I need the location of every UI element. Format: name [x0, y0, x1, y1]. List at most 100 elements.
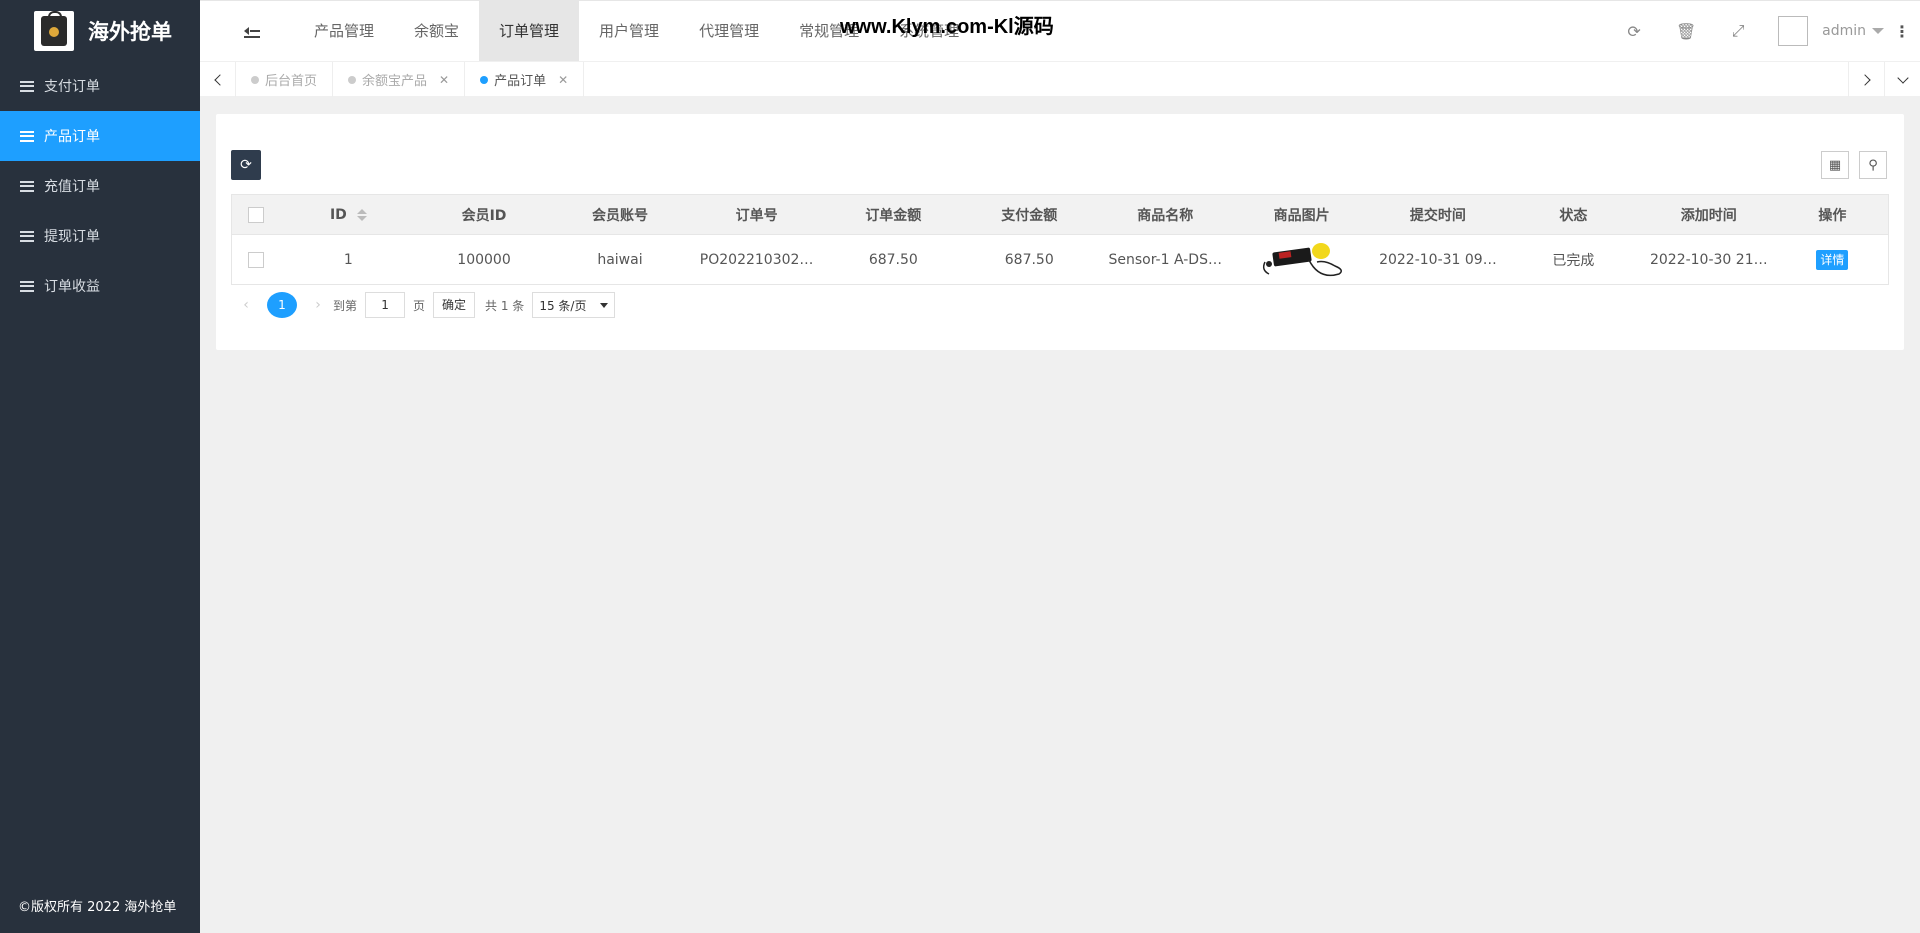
- col-add-time: 添加时间: [1640, 194, 1777, 235]
- header-tools: ⟳ 🗑 ⤢ admin ⋮: [1608, 1, 1920, 61]
- page-size-select[interactable]: 15 条/页: [532, 292, 616, 318]
- nav-order-management[interactable]: 订单管理: [479, 1, 580, 61]
- close-icon[interactable]: ✕: [558, 73, 568, 87]
- table-header-row: ID 会员ID 会员账号 订单号 订单金额 支付金额 商品名称 商品图片 提交时…: [231, 194, 1889, 235]
- cell-action: 详情: [1776, 234, 1889, 285]
- cell-account: haiwai: [552, 234, 688, 285]
- sidebar-item-label: 产品订单: [44, 129, 100, 145]
- nav-product-management[interactable]: 产品管理: [294, 1, 394, 61]
- tabs-next-button[interactable]: [1848, 62, 1884, 97]
- tab-dot-icon: [251, 75, 259, 84]
- logo[interactable]: 海外抢单: [0, 0, 200, 61]
- list-icon: [20, 280, 34, 292]
- table-row: 1 100000 haiwai PO202210302… 687.50 687.…: [231, 234, 1889, 285]
- avatar[interactable]: [1778, 16, 1809, 46]
- list-icon: [20, 80, 34, 92]
- col-action: 操作: [1776, 194, 1889, 235]
- tab-dot-icon: [480, 75, 489, 84]
- caret-down-icon: [1872, 28, 1884, 34]
- row-checkbox[interactable]: [248, 251, 265, 268]
- more-vertical-icon[interactable]: ⋮: [1884, 22, 1920, 41]
- cell-pay-amount: 687.50: [961, 234, 1098, 285]
- col-member-id: 会员ID: [416, 194, 553, 235]
- sidebar-menu: 支付订单 产品订单 充值订单 提现订单 订单收益: [0, 61, 200, 311]
- sort-icon[interactable]: [356, 208, 367, 221]
- row-select-cell: [231, 234, 281, 285]
- tab-label: 余额宝产品: [362, 74, 428, 89]
- cell-order-amount: 687.50: [825, 234, 962, 285]
- cell-order-no: PO202210302…: [687, 234, 826, 285]
- logo-bag-icon: [34, 10, 74, 51]
- sidebar-item-label: 充值订单: [44, 179, 100, 195]
- col-pay-amount: 支付金额: [961, 194, 1098, 235]
- cell-product-name: Sensor-1 A-DS…: [1097, 234, 1234, 285]
- sidebar-item-order-earnings[interactable]: 订单收益: [0, 261, 200, 311]
- app-name: 海外抢单: [88, 19, 172, 44]
- tab-dot-icon: [348, 75, 357, 84]
- sidebar-item-recharge-orders[interactable]: 充值订单: [0, 161, 200, 211]
- chevron-down-icon: [600, 302, 609, 308]
- nav-agent-management[interactable]: 代理管理: [679, 1, 779, 61]
- sidebar-item-product-orders[interactable]: 产品订单: [0, 111, 200, 161]
- current-page[interactable]: 1: [267, 292, 297, 318]
- tabs-bar: 后台首页 余额宝产品 ✕ 产品订单 ✕: [200, 61, 1920, 97]
- col-id[interactable]: ID: [280, 194, 416, 235]
- col-account: 会员账号: [552, 194, 688, 235]
- page-size-value: 15 条/页: [539, 298, 587, 313]
- list-icon: [20, 230, 34, 242]
- col-product-name: 商品名称: [1097, 194, 1234, 235]
- col-order-no: 订单号: [687, 194, 826, 235]
- pagination: ‹ 1 › 到第 1 页 确定 共 1 条 15 条/页: [231, 292, 616, 318]
- close-icon[interactable]: ✕: [439, 73, 449, 87]
- select-all-checkbox[interactable]: [248, 206, 265, 223]
- goto-page-input[interactable]: 1: [365, 292, 406, 318]
- goto-confirm-button[interactable]: 确定: [433, 292, 476, 318]
- nav-user-management[interactable]: 用户管理: [579, 1, 679, 61]
- tab-yuebao-products[interactable]: 余额宝产品 ✕: [333, 62, 466, 97]
- goto-label: 到第: [333, 298, 358, 313]
- copyright: ©版权所有 2022 海外抢单: [18, 900, 177, 915]
- sidebar: 海外抢单 支付订单 产品订单 充值订单 提现订单 订单收益 ©版权所有 2022…: [0, 0, 200, 933]
- tabs: 后台首页 余额宝产品 ✕ 产品订单 ✕: [236, 62, 585, 97]
- chevron-down-icon: [1896, 71, 1909, 84]
- tab-home[interactable]: 后台首页: [236, 62, 334, 97]
- col-product-image: 商品图片: [1233, 194, 1371, 235]
- prev-page-icon[interactable]: ‹: [239, 297, 253, 313]
- header: 产品管理 余额宝 订单管理 用户管理 代理管理 常规管理 系统管理 www.Kl…: [200, 0, 1920, 61]
- next-page-icon[interactable]: ›: [311, 297, 325, 313]
- menu-collapse-icon[interactable]: [244, 24, 260, 38]
- detail-button[interactable]: 详情: [1816, 250, 1849, 270]
- chevron-right-icon: [1858, 73, 1871, 86]
- columns-filter-icon[interactable]: ▦: [1821, 151, 1849, 179]
- user-menu[interactable]: admin: [1822, 23, 1884, 39]
- col-status: 状态: [1505, 194, 1641, 235]
- sidebar-item-payment-orders[interactable]: 支付订单: [0, 61, 200, 111]
- list-icon: [20, 130, 34, 142]
- col-submit-time: 提交时间: [1370, 194, 1506, 235]
- table-refresh-button[interactable]: ⟳: [231, 150, 261, 180]
- refresh-icon[interactable]: ⟳: [1608, 1, 1660, 61]
- page-unit-label: 页: [413, 298, 426, 313]
- sidebar-item-label: 提现订单: [44, 229, 100, 245]
- search-icon[interactable]: ⚲: [1859, 151, 1887, 179]
- watermark: www.Klym.com-Kl源码: [840, 16, 1054, 38]
- orders-table: ID 会员ID 会员账号 订单号 订单金额 支付金额 商品名称 商品图片 提交时…: [231, 194, 1889, 285]
- tabs-prev-button[interactable]: [200, 62, 236, 97]
- fullscreen-icon[interactable]: ⤢: [1712, 1, 1764, 61]
- tabs-dropdown-button[interactable]: [1884, 62, 1920, 97]
- trash-icon[interactable]: 🗑: [1660, 1, 1712, 61]
- sidebar-item-label: 支付订单: [44, 79, 100, 95]
- tab-product-orders[interactable]: 产品订单 ✕: [465, 62, 585, 97]
- cell-product-image: [1233, 234, 1371, 285]
- product-image[interactable]: [1259, 240, 1345, 280]
- select-all-cell: [231, 194, 281, 235]
- cell-add-time: 2022-10-30 21…: [1640, 234, 1777, 285]
- cell-id: 1: [280, 234, 416, 285]
- col-order-amount: 订单金额: [825, 194, 962, 235]
- nav-yuebao[interactable]: 余额宝: [394, 1, 479, 61]
- total-count: 共 1 条: [485, 298, 525, 313]
- list-icon: [20, 180, 34, 192]
- sidebar-item-withdraw-orders[interactable]: 提现订单: [0, 211, 200, 261]
- cell-submit-time: 2022-10-31 09…: [1370, 234, 1506, 285]
- content-card: ⟳ ▦ ⚲ ID 会员ID 会员账号 订单号 订单金额 支付金额 商品名称 商品…: [216, 114, 1904, 350]
